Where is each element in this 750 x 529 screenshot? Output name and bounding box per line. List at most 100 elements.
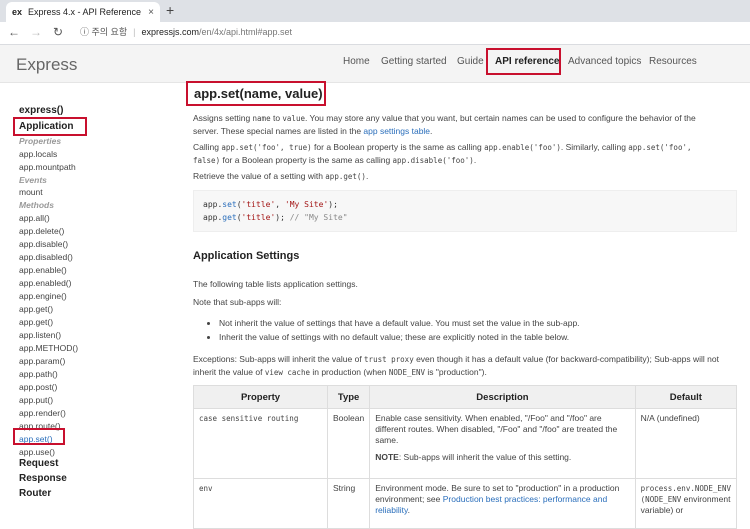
express-logo[interactable]: Express [16, 55, 77, 75]
table-row: case sensitive routing Boolean Enable ca… [193, 408, 738, 479]
browser-tabstrip: ex Express 4.x - API Reference × + [0, 0, 750, 22]
close-icon[interactable]: × [148, 7, 154, 18]
sidebar-item-method[interactable]: app.path() [19, 369, 58, 379]
text: is "production"). [425, 367, 487, 377]
sidebar-item-method[interactable]: app.disabled() [19, 252, 73, 262]
cell-default: N/A (undefined) [634, 408, 738, 479]
sidebar-category-properties: Properties [19, 136, 62, 146]
code: app.get() [325, 172, 366, 181]
url-path: /en/4x/api.html#app.set [198, 26, 293, 37]
column-header-property: Property [193, 385, 328, 409]
code-name: name [252, 114, 271, 123]
text: Exceptions: Sub-apps will inherit the va… [193, 354, 365, 364]
highlight-box-api-reference [486, 48, 561, 75]
sidebar-item-method[interactable]: app.delete() [19, 226, 64, 236]
table-header-row: Property Type Description Default [193, 385, 738, 409]
new-tab-icon[interactable]: + [166, 2, 174, 18]
description-note: NOTE: Sub-apps will inherit the value of… [375, 452, 629, 463]
highlight-box-app-set [13, 428, 65, 445]
code: view cache [264, 368, 310, 377]
property-name: env [199, 484, 213, 493]
paragraph-boolean: Calling app.set('foo', true) for a Boole… [193, 141, 723, 167]
nav-advanced-topics[interactable]: Advanced topics [568, 56, 641, 67]
code: app.disable('foo') [392, 156, 474, 165]
cell-type: String [326, 478, 371, 529]
sidebar-item-method[interactable]: app.listen() [19, 330, 61, 340]
sidebar-item-method[interactable]: app.render() [19, 408, 66, 418]
column-header-description: Description [369, 385, 636, 409]
text: Assigns setting [193, 113, 253, 123]
paragraph-subapps-note: Note that sub-apps will: [193, 297, 282, 307]
code: NODE_ENV [388, 368, 426, 377]
sidebar-item-method[interactable]: app.all() [19, 213, 50, 223]
section-heading-application-settings: Application Settings [193, 250, 300, 262]
sidebar-item-method[interactable]: app.put() [19, 395, 53, 405]
nav-getting-started[interactable]: Getting started [381, 56, 447, 67]
table-row: env String Environment mode. Be sure to … [193, 478, 738, 529]
code-token: , [275, 200, 285, 209]
sidebar-item-method[interactable]: app.get() [19, 304, 53, 314]
code-token: app. [203, 200, 223, 209]
sidebar-item-method[interactable]: app.engine() [19, 291, 67, 301]
sidebar-item-method[interactable]: app.enable() [19, 265, 67, 275]
sidebar-item-response[interactable]: Response [19, 473, 67, 484]
text: . Similarly, calling [560, 142, 629, 152]
cell-property: case sensitive routing [193, 408, 328, 479]
note-text: : Sub-apps will inherit the value of thi… [398, 452, 572, 462]
sidebar-item-app-mountpath[interactable]: app.mountpath [19, 162, 76, 172]
sidebar-category-events: Events [19, 175, 47, 185]
text: for a Boolean property is the same as ca… [311, 142, 485, 152]
note-label: NOTE [375, 452, 399, 462]
nav-home[interactable]: Home [343, 56, 370, 67]
back-arrow-icon[interactable]: ← [8, 25, 20, 39]
description-text: Enable case sensitivity. When enabled, "… [375, 413, 618, 445]
forward-arrow-icon[interactable]: → [30, 25, 42, 39]
description-text: . [407, 505, 410, 515]
default-code: (NODE_ENV [640, 495, 682, 504]
sidebar-item-app-locals[interactable]: app.locals [19, 149, 57, 159]
sidebar-item-method[interactable]: app.disable() [19, 239, 68, 249]
code: app.set('foo', true) [221, 143, 312, 152]
sidebar-category-methods: Methods [19, 200, 54, 210]
column-header-default: Default [634, 385, 738, 409]
sidebar-item-method[interactable]: app.enabled() [19, 278, 71, 288]
code: app.enable('foo') [484, 143, 561, 152]
link-app-settings-table[interactable]: app settings table [363, 126, 430, 136]
sidebar-item-express[interactable]: express() [19, 105, 63, 116]
cell-type: Boolean [326, 408, 371, 479]
code-token: get [222, 213, 237, 222]
browser-tab-active[interactable]: ex Express 4.x - API Reference × [6, 2, 160, 22]
code-token: 'title' [241, 200, 276, 209]
sidebar-item-method[interactable]: app.use() [19, 447, 55, 457]
code-token: app. [203, 213, 223, 222]
address-bar[interactable]: ⓘ 주의 요함 | expressjs.com/en/4x/api.html#a… [80, 25, 292, 38]
code-comment: // "My Site" [289, 213, 348, 222]
sidebar-item-method[interactable]: app.METHOD() [19, 343, 78, 353]
url-host: expressjs.com [141, 26, 199, 37]
nav-guide[interactable]: Guide [457, 56, 484, 67]
sidebar-item-mount[interactable]: mount [19, 187, 43, 197]
code-token: 'title' [241, 213, 276, 222]
code-block: app.set('title', 'My Site'); app.get('ti… [193, 190, 737, 232]
sidebar-item-router[interactable]: Router [19, 488, 51, 499]
code-line: app.get('title'); // "My Site" [203, 211, 727, 224]
sidebar-item-request[interactable]: Request [19, 458, 58, 469]
reload-icon[interactable]: ↻ [53, 25, 63, 39]
nav-resources[interactable]: Resources [649, 56, 697, 67]
text: to [270, 113, 283, 123]
code-token: set [222, 200, 237, 209]
paragraph-table-intro: The following table lists application se… [193, 279, 358, 289]
cell-property: env [193, 478, 328, 529]
text: . [473, 155, 477, 165]
code-token: 'My Site' [284, 200, 329, 209]
code-line: app.set('title', 'My Site'); [203, 198, 727, 211]
cell-description: Environment mode. Be sure to set to "pro… [369, 478, 636, 529]
sidebar-item-method[interactable]: app.get() [19, 317, 53, 327]
subapps-bullet-list: Not inherit the value of settings that h… [205, 316, 580, 344]
sidebar-item-method[interactable]: app.post() [19, 382, 57, 392]
code-token: ); [328, 200, 338, 209]
not-secure-indicator[interactable]: ⓘ 주의 요함 [80, 25, 127, 38]
sidebar-item-method[interactable]: app.param() [19, 356, 65, 366]
default-text: environment [681, 494, 731, 504]
list-item: Inherit the value of settings with no de… [219, 330, 580, 344]
